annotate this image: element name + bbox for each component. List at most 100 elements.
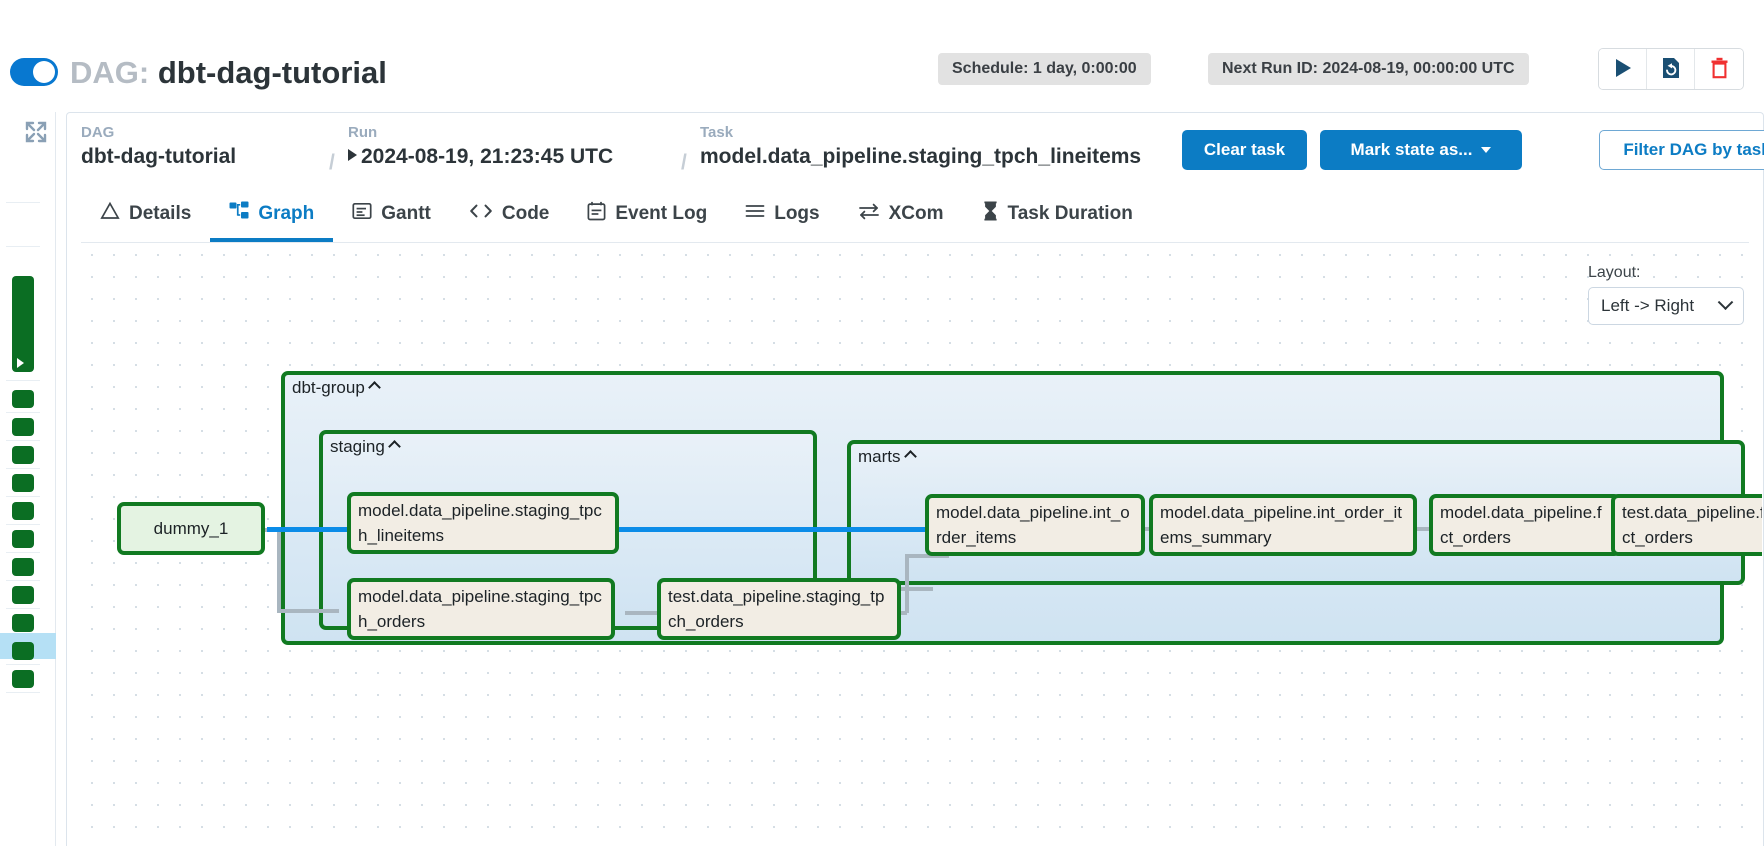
- breadcrumb-dag-label: DAG: [81, 124, 115, 141]
- breadcrumb-run-label: Run: [348, 124, 378, 141]
- graph-nodes-icon: [229, 201, 249, 227]
- strip-divider: [6, 246, 40, 247]
- graph-node-test-fct-orders[interactable]: test.data_pipeline.fct_orders: [1611, 494, 1762, 556]
- graph-node-test-staging-tpch-orders[interactable]: test.data_pipeline.staging_tpch_orders: [657, 578, 901, 640]
- calendar-list-icon: [587, 201, 606, 227]
- layout-select-value: Left -> Right: [1601, 296, 1695, 315]
- tab-logs[interactable]: Logs: [726, 189, 838, 242]
- mark-state-button[interactable]: Mark state as...: [1320, 130, 1522, 170]
- breadcrumb-task[interactable]: Task model.data_pipeline.staging_tpch_li…: [700, 123, 1141, 171]
- tab-xcom[interactable]: XCom: [839, 189, 963, 242]
- graph-node-label: dummy_1: [153, 519, 229, 538]
- tab-label: Code: [501, 202, 550, 224]
- tab-details[interactable]: Details: [81, 189, 210, 242]
- tab-label: Event Log: [615, 202, 708, 224]
- task-status-square[interactable]: [12, 670, 34, 688]
- strip-divider: [6, 202, 40, 203]
- tab-task-duration[interactable]: Task Duration: [963, 189, 1152, 242]
- chevron-down-icon: [1481, 147, 1492, 153]
- filter-dag-by-task-button[interactable]: Filter DAG by task: [1599, 130, 1764, 170]
- strip-divider: [6, 608, 40, 609]
- gantt-bars-icon: [352, 201, 372, 227]
- tab-graph[interactable]: Graph: [210, 189, 334, 242]
- graph-node-label: model.data_pipeline.staging_tpch_orders: [358, 587, 602, 631]
- task-status-square[interactable]: [12, 530, 34, 548]
- breadcrumb-dag-value: dbt-dag-tutorial: [81, 145, 237, 168]
- breadcrumb: DAG dbt-dag-tutorial / Run 2024-08-19, 2…: [67, 113, 1764, 189]
- tab-gantt[interactable]: Gantt: [333, 189, 450, 242]
- chevron-down-icon: [1717, 293, 1734, 310]
- graph-node-label: test.data_pipeline.fct_orders: [1622, 503, 1762, 547]
- graph-edge-highlighted: [267, 527, 349, 532]
- layout-select[interactable]: Left -> Right: [1588, 287, 1744, 325]
- dag-pause-toggle[interactable]: [10, 58, 58, 86]
- dag-title-name: dbt-dag-tutorial: [157, 55, 387, 90]
- strip-divider: [6, 496, 40, 497]
- tab-label: Details: [129, 202, 192, 224]
- delete-dag-button[interactable]: [1695, 49, 1743, 89]
- next-run-badge: Next Run ID: 2024-08-19, 00:00:00 UTC: [1208, 53, 1529, 85]
- tab-label: Logs: [774, 202, 820, 224]
- chevron-up-icon: [387, 439, 401, 453]
- strip-divider: [6, 552, 40, 553]
- page-title: DAG: dbt-dag-tutorial: [70, 55, 387, 91]
- breadcrumb-dag[interactable]: DAG dbt-dag-tutorial: [81, 123, 236, 171]
- graph-node-dummy-1[interactable]: dummy_1: [117, 502, 265, 555]
- clear-task-button[interactable]: Clear task: [1182, 130, 1307, 170]
- tab-bar: Details Graph Gantt Code Event Log Logs …: [81, 189, 1749, 243]
- tab-label: Graph: [258, 202, 315, 224]
- page-header: DAG: dbt-dag-tutorial Schedule: 1 day, 0…: [0, 0, 1764, 112]
- graph-node-staging-tpch-lineitems[interactable]: model.data_pipeline.staging_tpch_lineite…: [347, 492, 619, 554]
- breadcrumb-task-label: Task: [700, 124, 734, 141]
- task-status-square[interactable]: [12, 502, 34, 520]
- strip-divider: [6, 580, 40, 581]
- strip-divider: [6, 524, 40, 525]
- task-status-square[interactable]: [12, 586, 34, 604]
- breadcrumb-run[interactable]: Run 2024-08-19, 21:23:45 UTC: [348, 123, 613, 171]
- layout-label: Layout:: [1588, 264, 1641, 281]
- play-icon: [1614, 58, 1632, 81]
- graph-edge-highlighted: [617, 527, 929, 532]
- refresh-dag-button[interactable]: [1647, 49, 1695, 89]
- graph-node-fct-orders[interactable]: model.data_pipeline.fct_orders: [1429, 494, 1621, 556]
- graph-node-int-order-items[interactable]: model.data_pipeline.int_order_items: [925, 494, 1145, 556]
- tab-label: Gantt: [381, 202, 431, 224]
- task-status-square[interactable]: [12, 446, 34, 464]
- exchange-arrows-icon: [858, 202, 880, 226]
- strip-divider: [6, 664, 40, 665]
- graph-node-staging-tpch-orders[interactable]: model.data_pipeline.staging_tpch_orders: [347, 578, 615, 640]
- tab-label: Task Duration: [1007, 202, 1133, 224]
- graph-edge: [905, 556, 909, 613]
- grid-strip-sidebar: [0, 112, 56, 846]
- task-status-square[interactable]: [12, 642, 34, 660]
- tab-label: XCom: [888, 202, 944, 224]
- task-status-square-selected[interactable]: [12, 614, 34, 632]
- schedule-badge: Schedule: 1 day, 0:00:00: [938, 53, 1151, 85]
- task-status-square[interactable]: [12, 558, 34, 576]
- strip-divider: [6, 440, 40, 441]
- trigger-dag-button[interactable]: [1599, 49, 1647, 89]
- task-status-square[interactable]: [12, 474, 34, 492]
- graph-node-int-order-items-summary[interactable]: model.data_pipeline.int_order_items_summ…: [1149, 494, 1417, 556]
- main-content-card: DAG dbt-dag-tutorial / Run 2024-08-19, 2…: [66, 112, 1764, 846]
- hamburger-lines-icon: [745, 202, 765, 226]
- dag-run-bar[interactable]: [12, 276, 34, 372]
- strip-divider: [6, 380, 40, 381]
- graph-edge: [625, 611, 661, 615]
- task-status-square[interactable]: [12, 418, 34, 436]
- task-status-square[interactable]: [12, 390, 34, 408]
- chevron-up-icon: [367, 380, 381, 394]
- expand-arrows-icon[interactable]: [24, 120, 48, 144]
- hourglass-icon: [982, 200, 999, 227]
- breadcrumb-run-value: 2024-08-19, 21:23:45 UTC: [348, 143, 613, 171]
- graph-node-label: model.data_pipeline.int_order_items_summ…: [1160, 503, 1402, 547]
- graph-node-label: model.data_pipeline.staging_tpch_lineite…: [358, 501, 602, 545]
- tab-code[interactable]: Code: [450, 189, 569, 242]
- graph-canvas[interactable]: Layout: Left -> Right dbt-group staging …: [81, 244, 1762, 846]
- rerun-icon: [1661, 57, 1681, 82]
- layout-control: Layout: Left -> Right: [1588, 264, 1744, 325]
- chevron-up-icon: [903, 449, 917, 463]
- tab-event-log[interactable]: Event Log: [568, 189, 726, 242]
- strip-divider: [6, 412, 40, 413]
- warning-triangle-icon: [100, 201, 120, 227]
